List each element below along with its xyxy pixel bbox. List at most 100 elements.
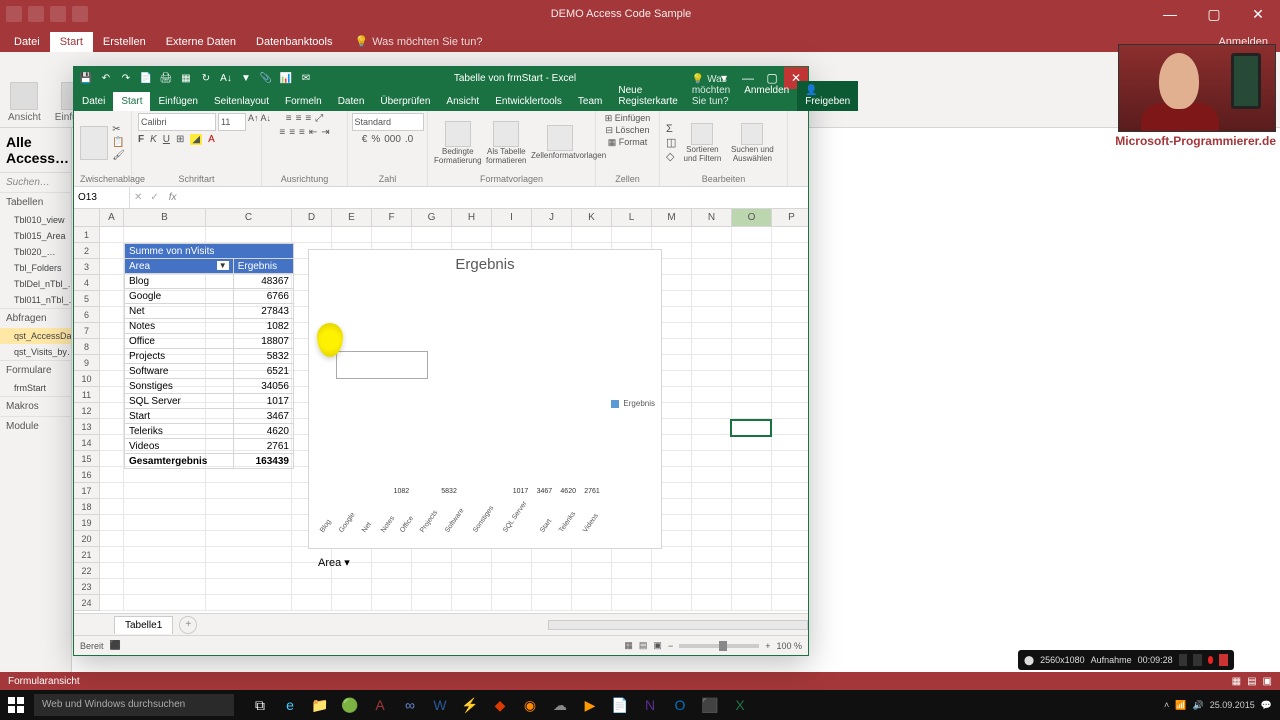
font-color-icon[interactable]: A	[208, 134, 215, 145]
format-table-icon[interactable]	[493, 121, 519, 147]
cell[interactable]	[732, 387, 772, 403]
nav-item[interactable]: Tbl015_Area	[0, 228, 71, 244]
cell[interactable]	[692, 579, 732, 595]
column-header[interactable]: B	[124, 209, 206, 226]
cell[interactable]	[692, 243, 732, 259]
row-header[interactable]: 9	[74, 355, 100, 371]
cell[interactable]	[100, 371, 124, 387]
cell[interactable]	[692, 227, 732, 243]
cell[interactable]	[692, 499, 732, 515]
cell[interactable]	[124, 547, 206, 563]
app-icon[interactable]: ☁	[546, 691, 574, 719]
cell[interactable]	[772, 467, 808, 483]
cell[interactable]	[452, 579, 492, 595]
cell[interactable]	[692, 563, 732, 579]
recorder-stop-icon[interactable]	[1219, 654, 1228, 666]
cell[interactable]	[772, 355, 808, 371]
cell[interactable]	[124, 227, 206, 243]
cell[interactable]	[732, 307, 772, 323]
chart-filter-button[interactable]: Area ▾	[318, 556, 350, 569]
nav-item[interactable]: frmStart	[0, 380, 71, 396]
cell[interactable]	[732, 339, 772, 355]
row-header[interactable]: 4	[74, 275, 100, 291]
row-header[interactable]: 6	[74, 307, 100, 323]
cell[interactable]	[772, 435, 808, 451]
cell[interactable]	[652, 227, 692, 243]
align-center-icon[interactable]: ≡	[289, 127, 295, 138]
pivot-row-label[interactable]: Office	[125, 334, 234, 349]
cell[interactable]	[692, 307, 732, 323]
cell[interactable]	[732, 499, 772, 515]
cell[interactable]	[732, 355, 772, 371]
pivot-row-label[interactable]: Videos	[125, 439, 234, 454]
cell[interactable]	[412, 579, 452, 595]
cell[interactable]	[532, 227, 572, 243]
explorer-icon[interactable]: 📁	[306, 691, 334, 719]
qa-icon[interactable]: 📊	[278, 70, 294, 86]
cell[interactable]	[772, 371, 808, 387]
qa-icon[interactable]: 🖨	[158, 70, 174, 86]
tab-formeln[interactable]: Formeln	[277, 92, 330, 111]
cell[interactable]	[692, 403, 732, 419]
pivot-row-label[interactable]: Net	[125, 304, 234, 319]
cell[interactable]	[100, 563, 124, 579]
format-cells-button[interactable]: ▦ Format	[608, 137, 648, 148]
pivot-table[interactable]: Summe von nVisits Area ▼ Ergebnis Blog48…	[124, 243, 294, 469]
cell[interactable]	[612, 595, 652, 611]
cell[interactable]	[692, 323, 732, 339]
cell[interactable]	[732, 579, 772, 595]
cell[interactable]	[772, 403, 808, 419]
cell[interactable]	[412, 227, 452, 243]
cell[interactable]	[772, 387, 808, 403]
tray-volume-icon[interactable]: 🔊	[1193, 700, 1204, 711]
cell[interactable]	[492, 579, 532, 595]
cell[interactable]	[332, 579, 372, 595]
cell-styles-icon[interactable]	[547, 125, 573, 151]
cell[interactable]	[772, 579, 808, 595]
cell[interactable]	[772, 243, 808, 259]
cell[interactable]	[732, 275, 772, 291]
cell[interactable]	[732, 435, 772, 451]
align-bot-icon[interactable]: ≡	[305, 113, 311, 124]
tab-entwicklertools[interactable]: Entwicklertools	[487, 92, 570, 111]
nav-item[interactable]: Tbl011_nTbl_…	[0, 292, 71, 308]
cell[interactable]	[206, 227, 292, 243]
tab-datenbanktools[interactable]: Datenbanktools	[246, 32, 342, 52]
cell[interactable]	[772, 419, 808, 435]
tray-up-icon[interactable]: ˄	[1164, 700, 1169, 710]
cell[interactable]	[100, 275, 124, 291]
cell[interactable]	[100, 515, 124, 531]
row-header[interactable]: 5	[74, 291, 100, 307]
cell[interactable]	[100, 435, 124, 451]
column-header[interactable]: E	[332, 209, 372, 226]
cell[interactable]	[732, 563, 772, 579]
column-header[interactable]: M	[652, 209, 692, 226]
cell[interactable]	[692, 435, 732, 451]
minimize-icon[interactable]: —	[1148, 0, 1192, 28]
horizontal-scrollbar[interactable]	[548, 620, 808, 630]
nav-item[interactable]: Tbl020_…	[0, 244, 71, 260]
cell[interactable]	[124, 483, 206, 499]
row-header[interactable]: 2	[74, 243, 100, 259]
app-icon[interactable]: ◉	[516, 691, 544, 719]
dropdown-icon[interactable]: ▼	[217, 261, 229, 270]
percent-icon[interactable]: %	[371, 134, 380, 145]
fill-icon[interactable]: ◫	[666, 136, 676, 149]
cell[interactable]	[652, 595, 692, 611]
cell[interactable]	[100, 531, 124, 547]
nav-title[interactable]: Alle Access…	[0, 128, 71, 173]
close-icon[interactable]: ✕	[1236, 0, 1280, 28]
row-header[interactable]: 8	[74, 339, 100, 355]
cell[interactable]	[732, 403, 772, 419]
cell[interactable]	[332, 227, 372, 243]
cell[interactable]	[372, 227, 412, 243]
copy-icon[interactable]: 📋	[112, 137, 125, 148]
cell[interactable]	[206, 499, 292, 515]
cell[interactable]	[692, 531, 732, 547]
cell[interactable]	[100, 355, 124, 371]
undo-icon[interactable]	[50, 6, 66, 22]
cell[interactable]	[124, 499, 206, 515]
cut-icon[interactable]: ✂	[112, 124, 125, 135]
delete-cells-button[interactable]: ⊟ Löschen	[605, 125, 649, 136]
cell[interactable]	[772, 563, 808, 579]
